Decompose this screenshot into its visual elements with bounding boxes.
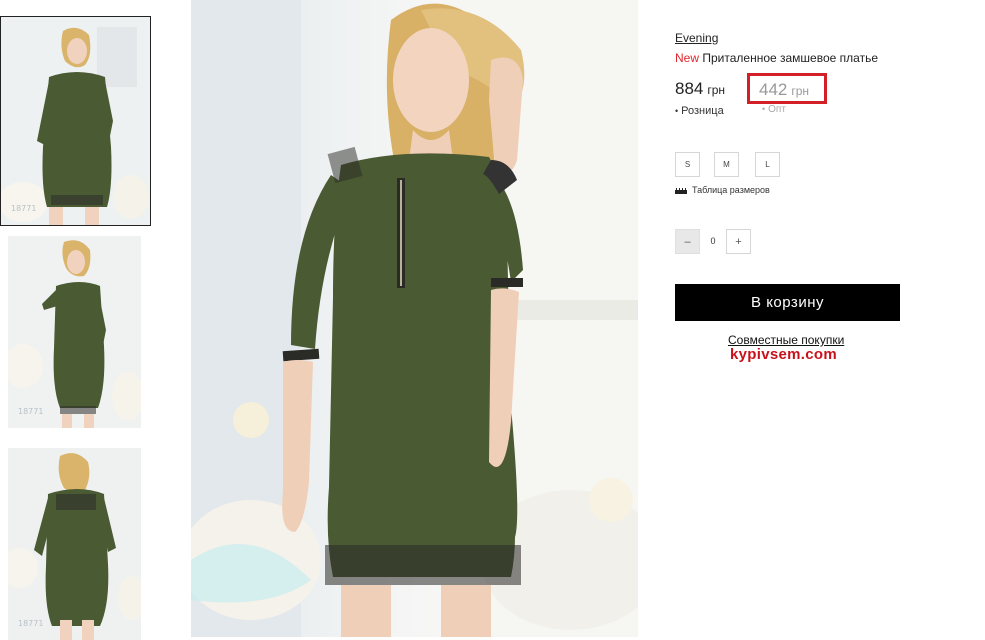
thumbnail-front[interactable]: 18771 [0, 16, 151, 226]
quantity-value[interactable]: 0 [700, 229, 726, 254]
opt-label: • Опт [762, 104, 786, 115]
opt-label-text: Опт [768, 104, 786, 115]
thumbnail-side-image [8, 236, 141, 428]
model-photo [191, 0, 638, 637]
retail-label-text: Розница [681, 105, 724, 117]
new-badge: New [675, 51, 700, 65]
brand-link[interactable]: Evening [675, 31, 718, 45]
thumbnail-front-image [1, 17, 150, 225]
opt-price-highlight-box [747, 73, 827, 104]
product-title-line: New Приталенное замшевое платье [675, 51, 878, 65]
thumbnail-side[interactable]: 18771 [8, 236, 141, 428]
thumbnail-code: 18771 [11, 204, 37, 213]
thumbnail-back[interactable]: 18771 [8, 448, 141, 640]
ruler-icon [675, 187, 687, 194]
retail-price: 884 грн [675, 79, 725, 99]
size-chart-label: Таблица размеров [692, 185, 770, 195]
joint-purchase-link[interactable]: Совместные покупки [728, 333, 844, 347]
thumbnail-back-image [8, 448, 141, 640]
product-title: Приталенное замшевое платье [702, 51, 878, 65]
thumbnail-code: 18771 [18, 407, 44, 416]
add-to-cart-button[interactable]: В корзину [675, 284, 900, 321]
main-product-image[interactable] [191, 0, 638, 637]
bullet-icon: • [762, 104, 766, 114]
quantity-increase-button[interactable]: + [726, 229, 751, 254]
bullet-icon: • [675, 106, 679, 116]
size-button-m[interactable]: M [714, 152, 739, 177]
size-button-l[interactable]: L [755, 152, 780, 177]
thumbnail-code: 18771 [18, 619, 44, 628]
retail-price-value: 884 [675, 79, 704, 98]
site-logo-text: kypivsem.com [730, 346, 837, 363]
retail-price-currency: грн [707, 83, 726, 97]
quantity-decrease-button[interactable]: – [675, 229, 700, 254]
retail-label: • Розница [675, 105, 724, 117]
size-chart-link[interactable]: Таблица размеров [675, 185, 770, 195]
product-info: Evening New Приталенное замшевое платье … [675, 0, 985, 637]
size-button-s[interactable]: S [675, 152, 700, 177]
